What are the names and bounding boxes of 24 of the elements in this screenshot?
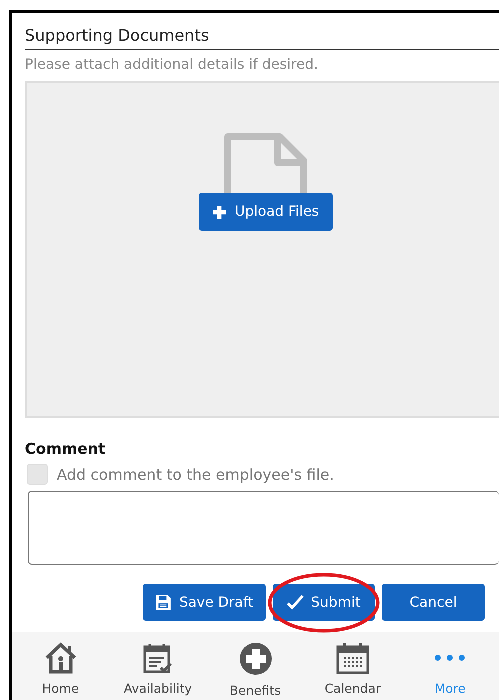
- nav-tab[interactable]: Calendar: [304, 642, 402, 700]
- document-icon: [224, 133, 308, 193]
- nav-tab[interactable]: Benefits: [206, 642, 304, 700]
- check-icon: [287, 595, 304, 610]
- hint-text: Please attach additional details if desired.: [25, 57, 320, 73]
- cancel-button[interactable]: Cancel: [382, 584, 485, 621]
- calendar-icon: [336, 642, 370, 674]
- nav-tab[interactable]: More: [402, 642, 499, 700]
- plus-circle-icon: [238, 642, 273, 676]
- drop-zone[interactable]: Upload Files: [25, 81, 499, 418]
- comment-field[interactable]: [28, 491, 499, 565]
- checkbox[interactable]: [27, 464, 48, 485]
- save-icon: [155, 594, 172, 611]
- submit-button[interactable]: Submit: [273, 584, 375, 621]
- comment-label: Comment: [25, 440, 107, 458]
- nav-tab[interactable]: Availability: [109, 642, 207, 700]
- upload-files-button[interactable]: Upload Files: [199, 193, 334, 231]
- save-draft-button[interactable]: Save Draft: [143, 584, 266, 621]
- plus-icon: [213, 206, 226, 218]
- checkbox-label: Add comment to the employee's file.: [57, 466, 334, 484]
- house-icon: [44, 642, 78, 674]
- nav-tab[interactable]: Home: [12, 642, 110, 700]
- more-icon: [434, 654, 466, 662]
- section-title: Supporting Documents: [25, 26, 499, 50]
